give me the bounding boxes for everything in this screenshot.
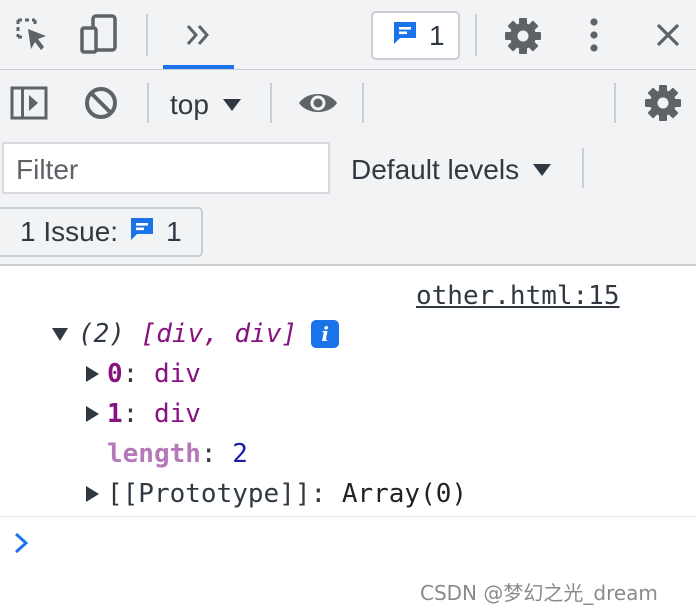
inspect-icon[interactable] (12, 15, 52, 55)
length-value: 2 (232, 439, 248, 469)
log-levels-dropdown[interactable]: Default levels (351, 150, 552, 190)
entry-key: 0 (107, 359, 123, 389)
source-link[interactable]: other.html:15 (416, 281, 620, 311)
toolbar-separator (270, 83, 272, 123)
array-entry-row[interactable]: 0 : div (86, 356, 201, 392)
toolbar-separator (147, 83, 149, 123)
array-preview: [div, div] (140, 319, 298, 349)
toolbar-separator (614, 83, 616, 123)
filter-input[interactable]: Filter (2, 142, 330, 194)
close-icon[interactable] (648, 15, 688, 55)
array-summary-row[interactable]: (2) [div, div] i (52, 316, 340, 352)
active-tab-indicator (163, 65, 234, 69)
prompt-divider (0, 516, 696, 517)
issues-chip-label: 1 Issue: (20, 216, 119, 247)
clear-console-icon[interactable] (80, 82, 122, 124)
issues-icon (128, 215, 156, 250)
toolbar-separator (362, 83, 364, 123)
toolbar-separator (475, 14, 477, 56)
entry-key: 1 (107, 399, 123, 429)
entry-value: div (153, 399, 201, 429)
settings-icon[interactable] (502, 15, 544, 57)
issues-counter-button[interactable]: 1 (371, 11, 460, 60)
prototype-value: Array(0) (341, 479, 468, 509)
chevron-down-icon (222, 99, 241, 111)
chevron-down-icon (533, 164, 552, 176)
array-entry-row[interactable]: 1 : div (86, 396, 201, 432)
prototype-row[interactable]: [[Prototype]] : Array(0) (86, 476, 467, 512)
length-row: length : 2 (107, 439, 248, 469)
issues-icon (391, 19, 419, 52)
eye-icon[interactable] (296, 86, 340, 120)
expand-triangle-icon[interactable] (86, 486, 99, 502)
issues-chip-count: 1 (166, 216, 182, 247)
issues-chip-button[interactable]: 1 Issue: 1 (0, 207, 203, 257)
prototype-key: [[Prototype]] (107, 479, 311, 509)
expand-triangle-icon[interactable] (86, 406, 99, 422)
length-key: length (107, 439, 201, 469)
array-length-prefix: (2) (78, 319, 125, 349)
context-label: top (170, 89, 209, 120)
log-levels-label: Default levels (351, 154, 520, 185)
toolbar-separator (582, 148, 584, 188)
sidebar-toggle-icon[interactable] (8, 83, 50, 123)
info-badge-icon[interactable]: i (311, 320, 340, 348)
entry-value: div (153, 359, 201, 389)
expand-triangle-icon[interactable] (86, 366, 99, 382)
device-toolbar-icon[interactable] (78, 13, 120, 55)
prompt-chevron-icon (12, 530, 32, 561)
watermark: CSDN @梦幻之光_dream (420, 581, 658, 605)
console-settings-icon[interactable] (642, 82, 684, 124)
more-tabs-icon[interactable] (178, 16, 218, 54)
devtools-console: 1 top Filter Default levels 1 Issue: 1 o… (0, 0, 696, 611)
kebab-menu-icon[interactable] (578, 15, 610, 55)
issues-count: 1 (429, 19, 445, 51)
expand-triangle-icon[interactable] (52, 327, 68, 341)
toolbar-separator (146, 14, 148, 56)
context-selector[interactable]: top (170, 85, 241, 125)
